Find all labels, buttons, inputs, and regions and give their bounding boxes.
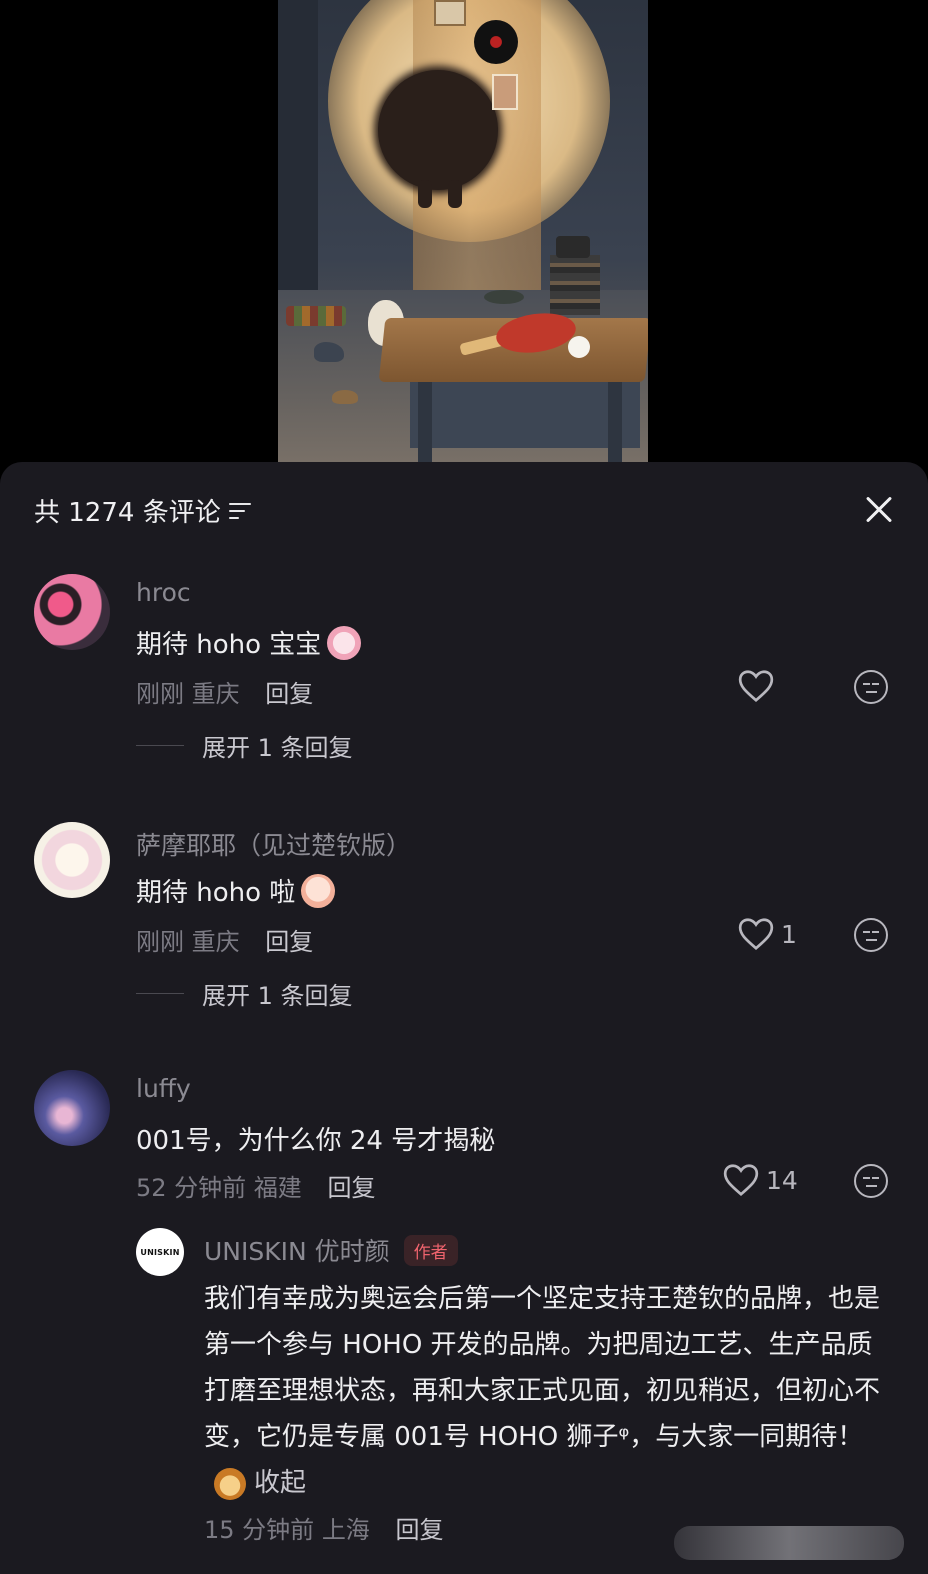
reply-button[interactable]: 回复 [265, 928, 313, 956]
heart-icon [723, 1164, 759, 1197]
comment-text: 期待 hoho 啦 [136, 872, 336, 909]
comment-header: 共 1274 条评论 [34, 492, 253, 529]
author-name-row: UNISKIN 优时颜 作者 [204, 1232, 458, 1268]
expand-replies-button[interactable]: 展开 1 条回复 [136, 728, 353, 763]
avatar[interactable] [34, 822, 110, 898]
reply-button[interactable]: 回复 [327, 1174, 375, 1202]
video-player[interactable] [278, 0, 648, 468]
toy-turtle [332, 390, 358, 404]
avatar[interactable] [34, 574, 110, 650]
reply-time: 15 分钟前 [204, 1516, 315, 1544]
lion-emoji-icon [214, 1467, 246, 1500]
comment-location: 福建 [253, 1174, 302, 1202]
username[interactable]: luffy [136, 1074, 191, 1103]
like-button[interactable]: 1 [737, 916, 797, 952]
comment-time: 52 分钟前 [136, 1174, 247, 1202]
blushing-emoji-icon [301, 873, 336, 908]
table-leg [418, 380, 432, 468]
comment-text-content: 001号，为什么你 24 号才揭秘 [136, 1126, 496, 1156]
lion-shadow-leg [448, 180, 462, 208]
dislike-face-icon[interactable] [854, 670, 888, 704]
comment-meta: 52 分钟前 福建 回复 [136, 1168, 375, 1203]
author-reply-text: 我们有幸成为奥运会后第一个坚定支持王楚钦的品牌，也是第一个参与 HOHO 开发的… [204, 1276, 894, 1506]
ping-pong-ball [568, 336, 590, 358]
dislike-face-icon[interactable] [854, 918, 888, 952]
dislike-face-icon[interactable] [854, 1164, 888, 1198]
comment-text-content: 期待 hoho 宝宝 [136, 630, 322, 660]
comment-text-content: 期待 hoho 啦 [136, 878, 296, 908]
reply-location: 上海 [321, 1516, 370, 1544]
close-icon[interactable] [864, 494, 894, 524]
comment-panel: 共 1274 条评论 hroc 期待 hoho 宝宝 刚刚 重庆 回复 展开 1… [0, 462, 928, 1574]
comment-location: 重庆 [191, 680, 240, 708]
comment-meta: 刚刚 重庆 回复 [136, 674, 313, 709]
comment-text: 期待 hoho 宝宝 [136, 624, 362, 661]
like-count: 14 [766, 1165, 798, 1195]
divider-line [136, 745, 184, 746]
username[interactable]: hroc [136, 578, 191, 607]
reply-button[interactable]: 回复 [265, 680, 313, 708]
heart-icon [738, 670, 774, 703]
vinyl-record [474, 20, 518, 64]
comment-location: 重庆 [191, 928, 240, 956]
author-reply-meta: 15 分钟前 上海 回复 [204, 1510, 443, 1545]
book-stack [550, 255, 600, 315]
lion-shadow [378, 70, 498, 190]
wall-shadow [278, 0, 318, 300]
camera [556, 236, 590, 258]
author-avatar[interactable]: UNISKIN [136, 1228, 184, 1276]
filter-icon[interactable] [228, 501, 253, 521]
comment-count: 共 1274 条评论 [34, 498, 221, 528]
heart-icon [738, 918, 774, 951]
like-button[interactable]: 14 [722, 1162, 798, 1198]
like-count: 1 [781, 919, 797, 949]
author-username[interactable]: UNISKIN 优时颜 [204, 1232, 390, 1268]
collapse-button[interactable]: 收起 [254, 1468, 306, 1498]
like-button[interactable] [737, 668, 775, 704]
reply-button[interactable]: 回复 [395, 1516, 443, 1544]
toy-dinosaur [484, 290, 524, 304]
wall-poster [434, 0, 466, 26]
comment-time: 刚刚 [136, 680, 184, 708]
author-reply-content: 我们有幸成为奥运会后第一个坚定支持王楚钦的品牌，也是第一个参与 HOHO 开发的… [204, 1284, 881, 1452]
table-leg [608, 380, 622, 468]
wall-photo [492, 74, 518, 110]
comment-time: 刚刚 [136, 928, 184, 956]
comment-meta: 刚刚 重庆 回复 [136, 922, 313, 957]
piggy-emoji-icon [327, 625, 362, 660]
comment-text: 001号，为什么你 24 号才揭秘 [136, 1120, 495, 1157]
username[interactable]: 萨摩耶耶（见过楚钦版） [136, 826, 411, 862]
watermark [674, 1526, 904, 1560]
expand-replies-label: 展开 1 条回复 [202, 734, 353, 762]
lion-shadow-leg [418, 180, 432, 208]
avatar[interactable] [34, 1070, 110, 1146]
divider-line [136, 993, 184, 994]
toy-cars [286, 306, 346, 326]
author-badge: 作者 [403, 1234, 458, 1266]
expand-replies-label: 展开 1 条回复 [202, 982, 353, 1010]
expand-replies-button[interactable]: 展开 1 条回复 [136, 976, 353, 1011]
table-body [410, 378, 640, 448]
